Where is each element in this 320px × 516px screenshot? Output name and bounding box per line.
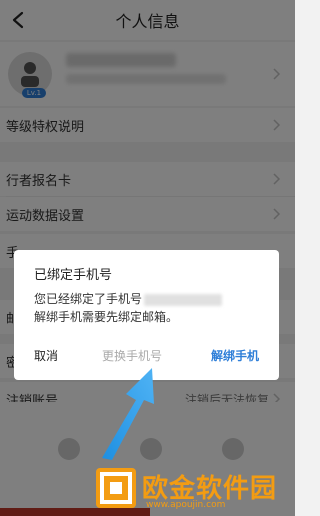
pointer-arrow-icon <box>102 368 154 460</box>
blurred-phone-number <box>144 293 223 306</box>
dialog-message-line1: 您已经绑定了手机号 <box>34 292 143 306</box>
dialog-title: 已绑定手机号 <box>34 268 113 283</box>
unbind-phone-button[interactable]: 解绑手机 <box>211 346 259 366</box>
watermark-url: www.apoujin.com <box>146 500 226 510</box>
dialog-message: 您已经绑定了手机号 解绑手机需要先绑定邮箱。 <box>34 290 264 326</box>
cancel-button[interactable]: 取消 <box>34 346 58 366</box>
personal-info-page: 个人信息 Lv.1 等级特权说明 行者报名卡 运动数据设置 <box>0 0 295 516</box>
watermark: 欧金软件园 www.apoujin.com <box>96 464 292 514</box>
dialog-message-line2: 解绑手机需要先绑定邮箱。 <box>34 310 179 324</box>
watermark-logo-icon <box>96 468 136 508</box>
